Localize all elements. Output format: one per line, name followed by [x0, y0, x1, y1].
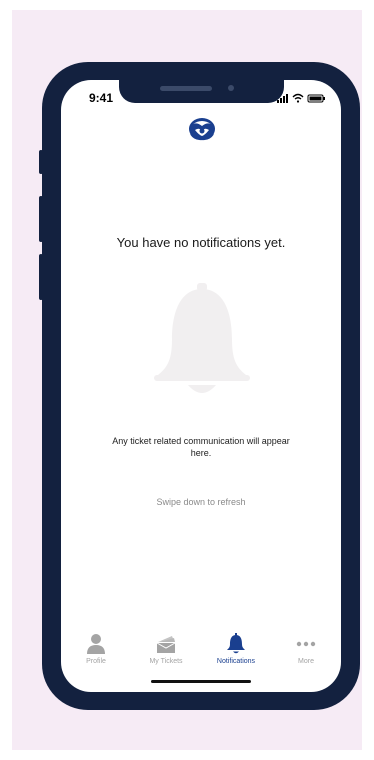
tab-my-tickets-label: My Tickets [149, 658, 183, 665]
person-icon [87, 634, 105, 654]
tab-profile-label: Profile [86, 658, 106, 665]
battery-icon [307, 94, 325, 103]
bottom-tab-bar: Profile My Tickets Notifications More [61, 628, 341, 672]
wifi-icon [292, 93, 304, 103]
bell-placeholder-icon [154, 283, 250, 393]
thistle-logo [189, 118, 215, 141]
phone-screen: 9:41 You have no notifications yet. Any … [61, 80, 341, 692]
bell-icon [227, 633, 245, 654]
status-icons [277, 93, 325, 103]
signal-icon [277, 94, 288, 103]
front-camera [228, 85, 234, 91]
tickets-icon [156, 636, 176, 653]
phone-frame: 9:41 You have no notifications yet. Any … [42, 62, 360, 710]
empty-state-title: You have no notifications yet. [116, 235, 286, 250]
refresh-hint: Swipe down to refresh [156, 497, 246, 507]
tab-more[interactable]: More [271, 628, 341, 672]
more-dots-icon [296, 641, 316, 647]
tab-my-tickets[interactable]: My Tickets [131, 628, 201, 672]
empty-state-description: Any ticket related communication will ap… [112, 436, 290, 458]
phone-notch [119, 80, 284, 103]
tab-notifications[interactable]: Notifications [201, 628, 271, 672]
status-time: 9:41 [89, 91, 114, 105]
tab-profile[interactable]: Profile [61, 628, 131, 672]
home-indicator[interactable] [151, 680, 251, 683]
tab-notifications-label: Notifications [216, 658, 256, 665]
tab-more-label: More [298, 658, 314, 665]
speaker-grille [160, 86, 212, 91]
